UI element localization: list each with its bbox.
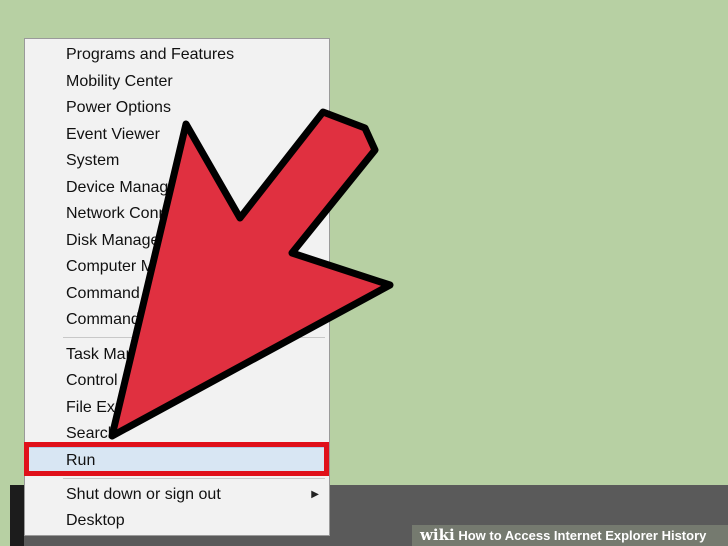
pointer-arrow-icon — [108, 108, 394, 440]
wikihow-logo: wiki — [420, 526, 455, 544]
watermark-text: How to Access Internet Explorer History — [458, 528, 707, 543]
wikihow-watermark: wiki How to Access Internet Explorer His… — [412, 525, 728, 546]
